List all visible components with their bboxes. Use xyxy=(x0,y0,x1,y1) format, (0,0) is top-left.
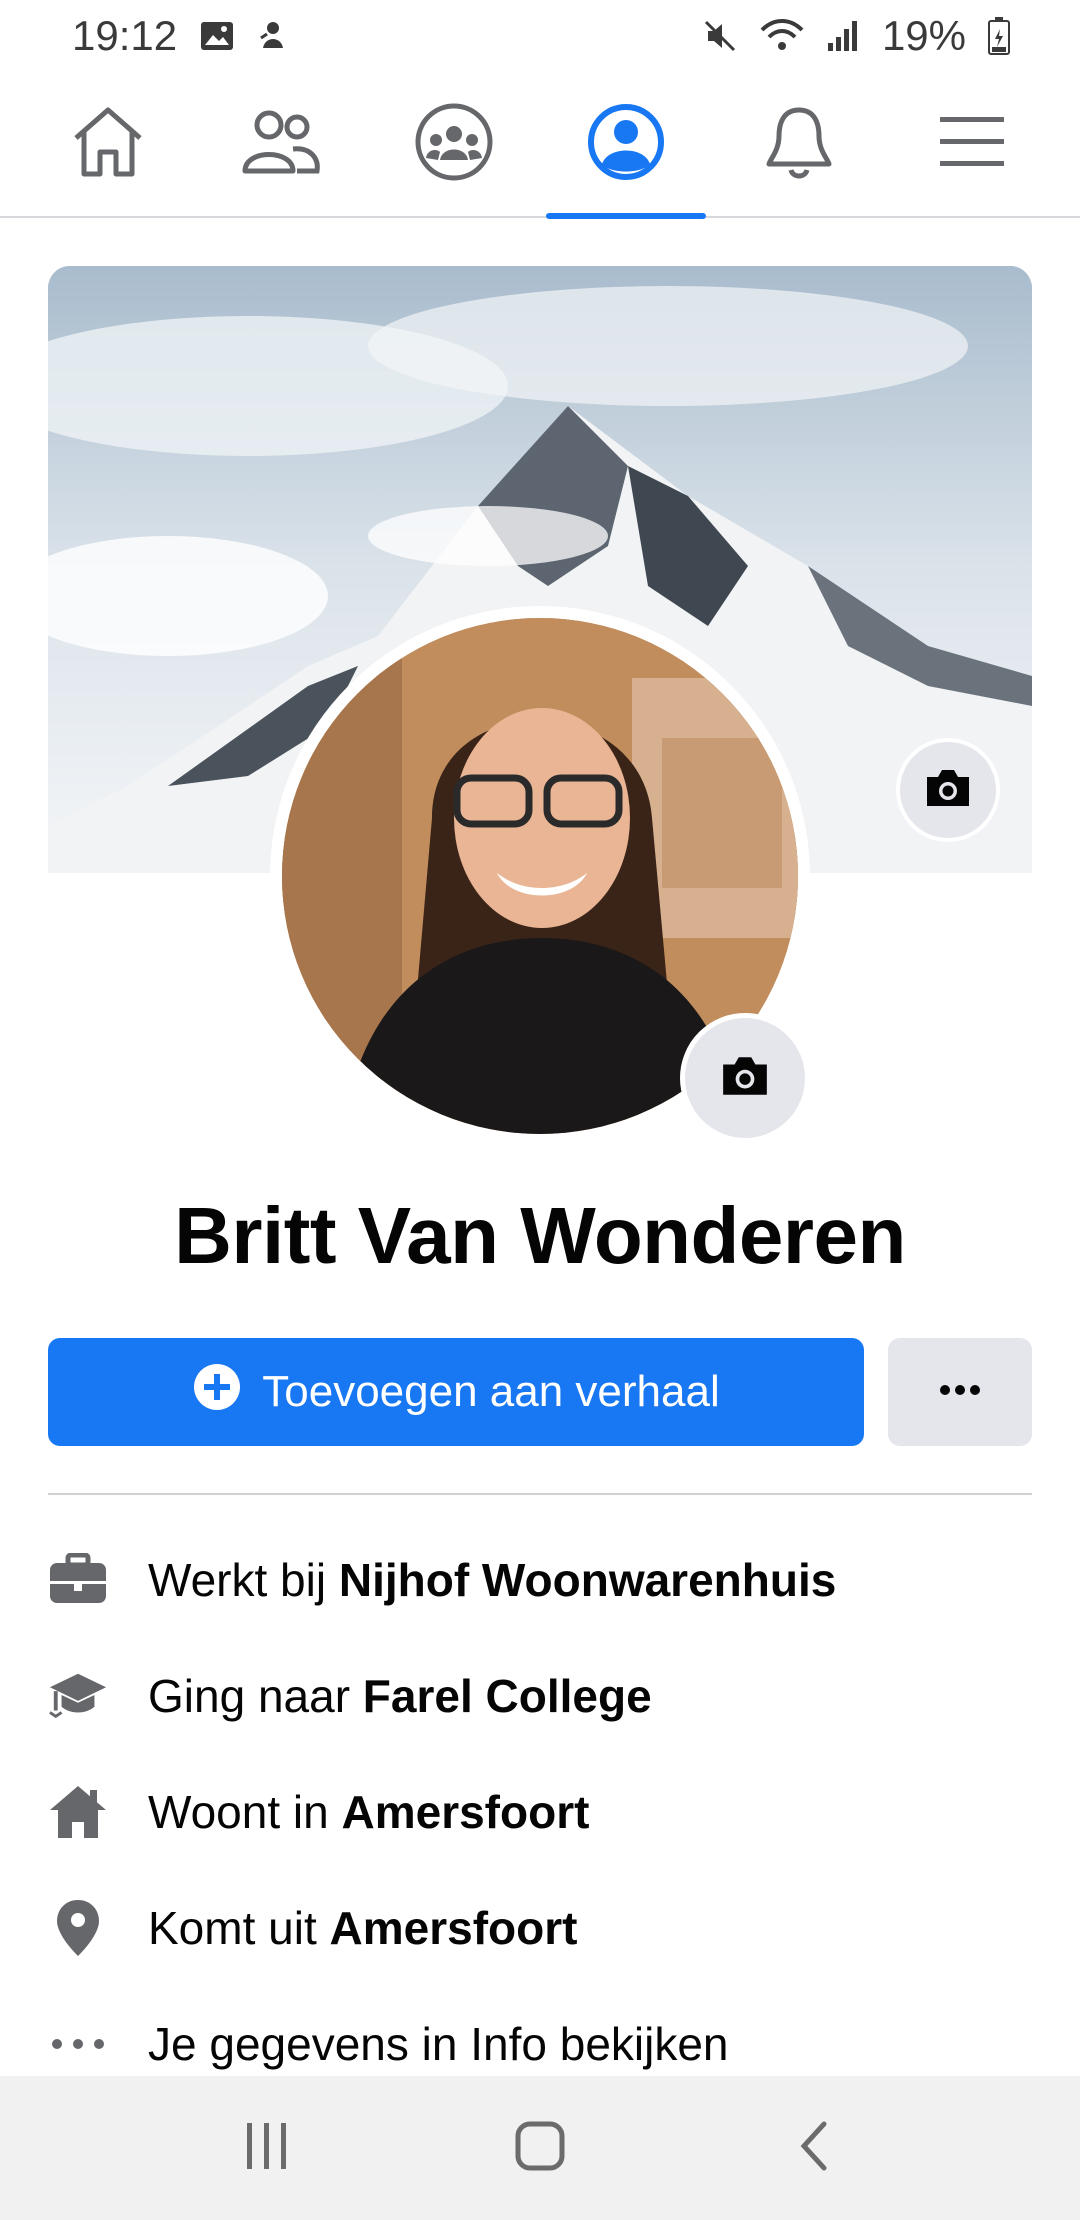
detail-prefix: Werkt bij xyxy=(148,1554,339,1606)
back-chevron-icon xyxy=(796,2120,830,2177)
android-nav-bar xyxy=(0,2076,1080,2220)
battery-icon xyxy=(988,17,1010,55)
top-nav-bar xyxy=(0,71,1080,219)
gallery-icon xyxy=(199,20,235,52)
signal-icon xyxy=(826,19,860,53)
profile-icon xyxy=(586,102,666,187)
recent-apps-button[interactable] xyxy=(207,2098,327,2198)
home-button[interactable] xyxy=(480,2098,600,2198)
detail-text: Woont in Amersfoort xyxy=(148,1785,589,1839)
status-right: 19% xyxy=(702,12,1010,60)
detail-from: Komt uit Amersfoort xyxy=(48,1870,1032,1986)
view-info-label: Je gegevens in Info bekijken xyxy=(148,2018,729,2070)
status-bar: 19:12 19% xyxy=(0,0,1080,72)
tab-menu[interactable] xyxy=(892,71,1052,217)
home-icon xyxy=(68,104,148,185)
tab-groups[interactable] xyxy=(374,71,534,217)
detail-value[interactable]: Nijhof Woonwarenhuis xyxy=(339,1554,836,1606)
detail-lives-in: Woont in Amersfoort xyxy=(48,1754,1032,1870)
detail-prefix: Ging naar xyxy=(148,1670,363,1722)
detail-text: Ging naar Farel College xyxy=(148,1669,652,1723)
detail-prefix: Komt uit xyxy=(148,1902,330,1954)
tab-friends[interactable] xyxy=(201,71,361,217)
status-left: 19:12 xyxy=(72,12,289,60)
cover-camera-button[interactable] xyxy=(896,738,1000,842)
camera-icon xyxy=(719,1054,771,1103)
section-divider xyxy=(48,1493,1032,1495)
friends-icon xyxy=(239,107,323,182)
detail-education: Ging naar Farel College xyxy=(48,1638,1032,1754)
plus-circle-icon xyxy=(192,1362,242,1423)
groups-icon xyxy=(414,102,494,187)
more-dots-icon xyxy=(48,2038,108,2050)
detail-text: Komt uit Amersfoort xyxy=(148,1901,577,1955)
menu-icon xyxy=(938,113,1006,176)
profile-details: Werkt bij Nijhof Woonwarenhuis Ging naar… xyxy=(48,1522,1032,2102)
graduation-cap-icon xyxy=(48,1669,108,1723)
detail-value[interactable]: Farel College xyxy=(363,1670,652,1722)
mute-icon xyxy=(702,18,738,54)
tab-notifications[interactable] xyxy=(719,71,879,217)
notification-icon xyxy=(257,18,289,54)
detail-work: Werkt bij Nijhof Woonwarenhuis xyxy=(48,1522,1032,1638)
add-to-story-label: Toevoegen aan verhaal xyxy=(262,1367,720,1416)
battery-percent: 19% xyxy=(881,12,966,59)
wifi-icon xyxy=(760,18,804,54)
detail-value[interactable]: Amersfoort xyxy=(341,1786,589,1838)
bell-icon xyxy=(763,102,835,187)
briefcase-icon xyxy=(48,1553,108,1607)
back-button[interactable] xyxy=(753,2098,873,2198)
recent-apps-icon xyxy=(243,2121,291,2176)
more-options-button[interactable] xyxy=(888,1338,1032,1446)
profile-camera-button[interactable] xyxy=(680,1013,810,1143)
house-icon xyxy=(48,1784,108,1840)
tab-profile[interactable] xyxy=(546,71,707,219)
tab-home[interactable] xyxy=(28,71,188,217)
detail-value[interactable]: Amersfoort xyxy=(330,1902,578,1954)
profile-actions: Toevoegen aan verhaal xyxy=(48,1338,1032,1446)
detail-prefix: Woont in xyxy=(148,1786,342,1838)
status-time: 19:12 xyxy=(72,12,178,59)
add-to-story-button[interactable]: Toevoegen aan verhaal xyxy=(48,1338,864,1446)
location-pin-icon xyxy=(48,1898,108,1958)
more-dots-icon xyxy=(939,1383,981,1401)
profile-name: Britt Van Wonderen xyxy=(174,1191,906,1280)
detail-text: Werkt bij Nijhof Woonwarenhuis xyxy=(148,1553,836,1607)
camera-icon xyxy=(923,767,973,814)
home-square-icon xyxy=(514,2120,566,2177)
